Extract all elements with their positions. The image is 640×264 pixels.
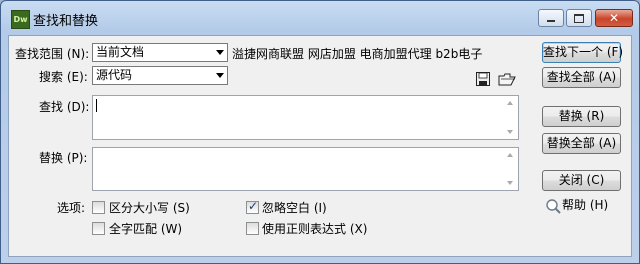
find-scrollbar[interactable] bbox=[503, 96, 518, 139]
search-type-select[interactable]: 源代码 bbox=[92, 66, 228, 85]
help-button[interactable]: 帮助 (H) bbox=[542, 196, 621, 217]
minimize-button[interactable] bbox=[538, 9, 564, 27]
maximize-button[interactable] bbox=[566, 9, 592, 27]
search-type-value: 源代码 bbox=[96, 68, 133, 82]
find-textarea[interactable] bbox=[92, 95, 519, 140]
replace-all-button[interactable]: 替换全部 (A) bbox=[542, 133, 621, 154]
search-type-label: 搜索 (E): bbox=[39, 70, 88, 84]
replace-button[interactable]: 替换 (R) bbox=[542, 106, 621, 127]
replace-scrollbar[interactable] bbox=[503, 148, 518, 190]
scroll-up-icon[interactable] bbox=[507, 101, 513, 105]
scroll-down-icon[interactable] bbox=[507, 181, 513, 185]
chevron-down-icon bbox=[216, 73, 224, 78]
find-all-button[interactable]: 查找全部 (A) bbox=[542, 67, 621, 88]
whole-word-label[interactable]: 全字匹配 (W) bbox=[109, 220, 182, 237]
search-scope-select[interactable]: 当前文档 bbox=[92, 43, 228, 62]
chevron-down-icon bbox=[216, 50, 224, 55]
dreamweaver-app-icon: Dw bbox=[11, 10, 30, 29]
replace-textarea[interactable] bbox=[92, 147, 519, 191]
ignore-whitespace-checkbox[interactable] bbox=[246, 199, 259, 214]
text-caret bbox=[96, 99, 97, 112]
maximize-icon bbox=[574, 13, 584, 23]
open-folder-icon[interactable] bbox=[498, 72, 516, 86]
use-regex-checkbox[interactable] bbox=[246, 222, 259, 235]
scroll-up-icon[interactable] bbox=[507, 153, 513, 157]
close-window-button[interactable]: ✕ bbox=[595, 9, 633, 27]
scope-adjacent-text: 溢捷网商联盟 网店加盟 电商加盟代理 b2b电子 bbox=[232, 47, 483, 61]
find-replace-dialog: Dw 查找和替换 ✕ 查找范围 (N): 当前文档 溢捷网商联盟 网店加盟 电商… bbox=[0, 0, 640, 264]
whole-word-checkbox[interactable] bbox=[92, 222, 105, 235]
scroll-down-icon[interactable] bbox=[507, 130, 513, 134]
ignore-whitespace-label[interactable]: 忽略空白 (I) bbox=[262, 199, 327, 216]
window-title: 查找和替换 bbox=[33, 14, 99, 29]
close-icon: ✕ bbox=[608, 11, 620, 25]
search-scope-label: 查找范围 (N): bbox=[15, 47, 90, 61]
replace-label: 替换 (P): bbox=[39, 151, 88, 165]
match-case-checkbox[interactable] bbox=[92, 201, 105, 214]
match-case-label[interactable]: 区分大小写 (S) bbox=[109, 199, 190, 216]
minimize-icon bbox=[547, 20, 555, 22]
help-icon bbox=[546, 199, 561, 214]
title-bar[interactable]: Dw 查找和替换 ✕ bbox=[1, 1, 639, 35]
find-label: 查找 (D): bbox=[39, 100, 90, 114]
search-scope-value: 当前文档 bbox=[96, 45, 145, 59]
use-regex-label[interactable]: 使用正则表达式 (X) bbox=[262, 220, 367, 237]
options-label: 选项: bbox=[57, 201, 86, 215]
close-button[interactable]: 关闭 (C) bbox=[542, 170, 621, 191]
find-next-button[interactable]: 查找下一个 (F) bbox=[542, 42, 623, 63]
save-icon[interactable] bbox=[476, 72, 490, 86]
dialog-body: 查找范围 (N): 当前文档 溢捷网商联盟 网店加盟 电商加盟代理 b2b电子 … bbox=[8, 35, 632, 257]
help-label: 帮助 (H) bbox=[562, 198, 609, 212]
